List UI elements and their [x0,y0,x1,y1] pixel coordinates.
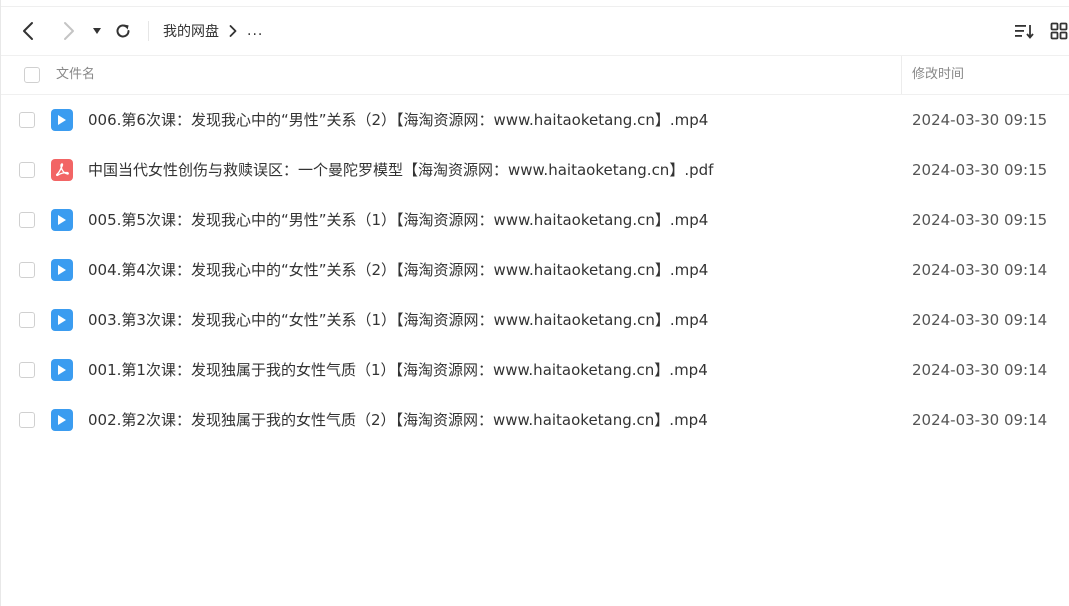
breadcrumb-root[interactable]: 我的网盘 [163,21,219,41]
video-file-icon [51,259,73,281]
row-checkbox[interactable] [19,412,35,428]
grid-view-icon [1050,22,1068,40]
caret-down-icon [93,28,101,34]
row-checkbox[interactable] [19,112,35,128]
file-modified-time: 2024-03-30 09:14 [912,361,1048,379]
grid-view-button[interactable] [1048,20,1069,42]
file-manager-window: 我的网盘 ... 文件名 修改时间 006.第6次课：发现我心中的“男性”关系（… [0,0,1069,606]
row-checkbox[interactable] [19,312,35,328]
video-file-icon [51,409,73,431]
row-checkbox[interactable] [19,212,35,228]
file-modified-time: 2024-03-30 09:15 [912,211,1048,229]
file-modified-time: 2024-03-30 09:15 [912,161,1048,179]
file-name: 001.第1次课：发现独属于我的女性气质（1）【海淘资源网：www.haitao… [88,361,708,379]
file-name: 006.第6次课：发现我心中的“男性”关系（2）【海淘资源网：www.haita… [88,111,709,129]
file-row[interactable]: 中国当代女性创伤与救赎误区：一个曼陀罗模型【海淘资源网：www.haitaoke… [1,145,1069,195]
select-all-checkbox[interactable] [24,67,40,83]
file-modified-time: 2024-03-30 09:15 [912,111,1048,129]
file-row[interactable]: 006.第6次课：发现我心中的“男性”关系（2）【海淘资源网：www.haita… [1,95,1069,145]
file-name: 002.第2次课：发现独属于我的女性气质（2）【海淘资源网：www.haitao… [88,411,708,429]
breadcrumb-more[interactable]: ... [247,23,263,39]
top-strip [1,0,1069,7]
video-file-icon [51,309,73,331]
file-row[interactable]: 005.第5次课：发现我心中的“男性”关系（1）【海淘资源网：www.haita… [1,195,1069,245]
history-dropdown-button[interactable] [89,23,105,39]
breadcrumb: 我的网盘 ... [163,21,263,41]
column-header-name[interactable]: 文件名 [56,56,95,94]
row-checkbox[interactable] [19,362,35,378]
file-row[interactable]: 004.第4次课：发现我心中的“女性”关系（2）【海淘资源网：www.haita… [1,245,1069,295]
video-file-icon [51,359,73,381]
video-file-icon [51,109,73,131]
table-header: 文件名 修改时间 [1,56,1069,95]
column-divider[interactable] [901,56,902,94]
forward-button[interactable] [56,19,80,43]
file-list: 006.第6次课：发现我心中的“男性”关系（2）【海淘资源网：www.haita… [1,95,1069,445]
file-modified-time: 2024-03-30 09:14 [912,311,1048,329]
breadcrumb-separator [229,25,237,37]
file-row[interactable]: 003.第3次课：发现我心中的“女性”关系（1）【海淘资源网：www.haita… [1,295,1069,345]
file-name: 004.第4次课：发现我心中的“女性”关系（2）【海淘资源网：www.haita… [88,261,709,279]
sort-button[interactable] [1013,20,1035,42]
file-row[interactable]: 002.第2次课：发现独属于我的女性气质（2）【海淘资源网：www.haitao… [1,395,1069,445]
video-file-icon [51,209,73,231]
refresh-button[interactable] [112,20,134,42]
chevron-right-icon [229,25,237,37]
refresh-icon [116,24,130,38]
column-header-modified-time[interactable]: 修改时间 [912,56,964,94]
file-name: 中国当代女性创伤与救赎误区：一个曼陀罗模型【海淘资源网：www.haitaoke… [88,161,714,179]
chevron-right-icon [64,22,74,40]
file-name: 005.第5次课：发现我心中的“男性”关系（1）【海淘资源网：www.haita… [88,211,709,229]
toolbar-divider [148,21,149,41]
sort-icon [1015,25,1034,39]
pdf-file-icon [51,159,73,181]
file-modified-time: 2024-03-30 09:14 [912,261,1048,279]
file-modified-time: 2024-03-30 09:14 [912,411,1048,429]
file-row[interactable]: 001.第1次课：发现独属于我的女性气质（1）【海淘资源网：www.haitao… [1,345,1069,395]
chevron-left-icon [23,22,33,40]
back-button[interactable] [17,19,41,43]
row-checkbox[interactable] [19,262,35,278]
file-name: 003.第3次课：发现我心中的“女性”关系（1）【海淘资源网：www.haita… [88,311,709,329]
row-checkbox[interactable] [19,162,35,178]
toolbar: 我的网盘 ... [1,7,1069,56]
